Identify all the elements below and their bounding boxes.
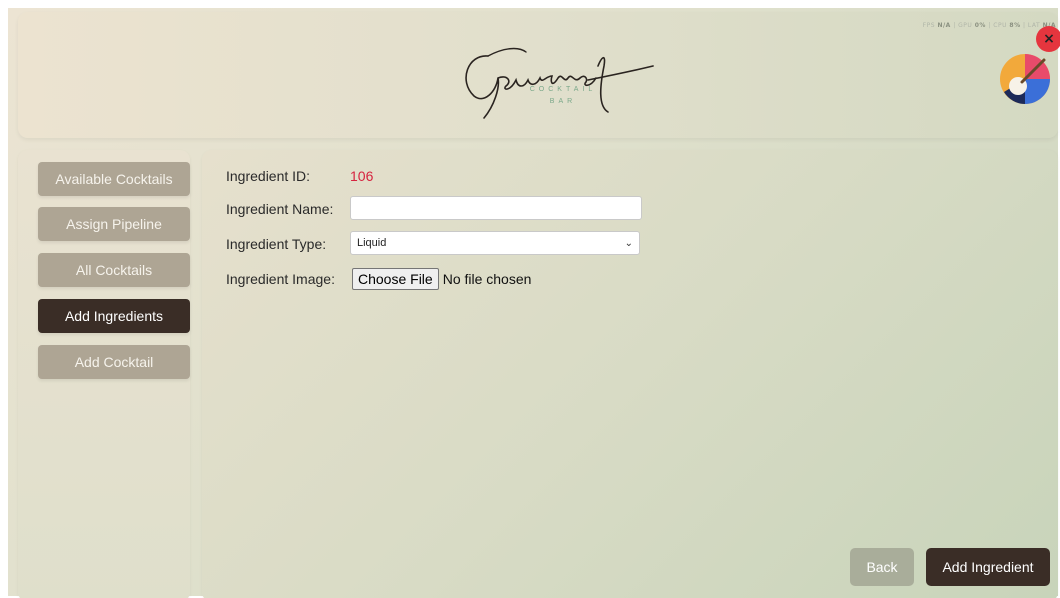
logo-subtitle-bar: BAR	[549, 98, 577, 105]
brand-logo: COCKTAIL BAR	[448, 26, 658, 126]
chevron-down-icon: ⌄	[624, 237, 633, 249]
gpu-label: GPU	[958, 22, 973, 29]
choose-file-button[interactable]: Choose File	[352, 268, 439, 290]
sidebar: Available Cocktails Assign Pipeline All …	[18, 150, 190, 598]
perf-overlay: FPS N/A | GPU 0% | CPU 8% | LAT N/A	[923, 22, 1056, 29]
avatar-icon[interactable]	[998, 52, 1052, 106]
logo-subtitle-cocktail: COCKTAIL	[529, 86, 597, 93]
file-status: No file chosen	[442, 271, 532, 287]
logo-script	[465, 47, 654, 119]
header: COCKTAIL BAR FPS N/A | GPU 0% | CPU 8% |…	[18, 12, 1060, 138]
fps-value: N/A	[937, 22, 951, 29]
app-window: COCKTAIL BAR FPS N/A | GPU 0% | CPU 8% |…	[8, 8, 1060, 598]
file-picker: Choose File No file chosen	[352, 268, 531, 290]
ingredient-image-label: Ingredient Image:	[226, 271, 335, 287]
cpu-label: CPU	[993, 22, 1007, 29]
ingredient-name-input[interactable]	[350, 196, 642, 220]
gpu-value: 0%	[974, 22, 986, 29]
sidebar-item-add-cocktail[interactable]: Add Cocktail	[38, 345, 190, 379]
close-icon[interactable]: ×	[1036, 26, 1060, 52]
ingredient-type-select[interactable]: Liquid ⌄	[350, 231, 640, 255]
ingredient-id-value: 106	[350, 168, 374, 184]
cpu-value: 8%	[1009, 22, 1021, 29]
ingredient-id-label: Ingredient ID:	[226, 168, 311, 184]
sidebar-item-add-ingredients[interactable]: Add Ingredients	[38, 299, 190, 333]
sidebar-item-available-cocktails[interactable]: Available Cocktails	[38, 162, 190, 196]
ingredient-type-label: Ingredient Type:	[226, 236, 327, 252]
sidebar-item-all-cocktails[interactable]: All Cocktails	[38, 253, 190, 287]
ingredient-name-label: Ingredient Name:	[226, 201, 334, 217]
add-ingredient-button[interactable]: Add Ingredient	[926, 548, 1050, 586]
fps-label: FPS	[922, 22, 936, 29]
main-panel: Ingredient ID: 106 Ingredient Name: Ingr…	[202, 150, 1058, 598]
back-button[interactable]: Back	[850, 548, 914, 586]
sidebar-item-assign-pipeline[interactable]: Assign Pipeline	[38, 207, 190, 241]
ingredient-type-value: Liquid	[357, 237, 387, 249]
lat-label: LAT	[1027, 22, 1041, 29]
